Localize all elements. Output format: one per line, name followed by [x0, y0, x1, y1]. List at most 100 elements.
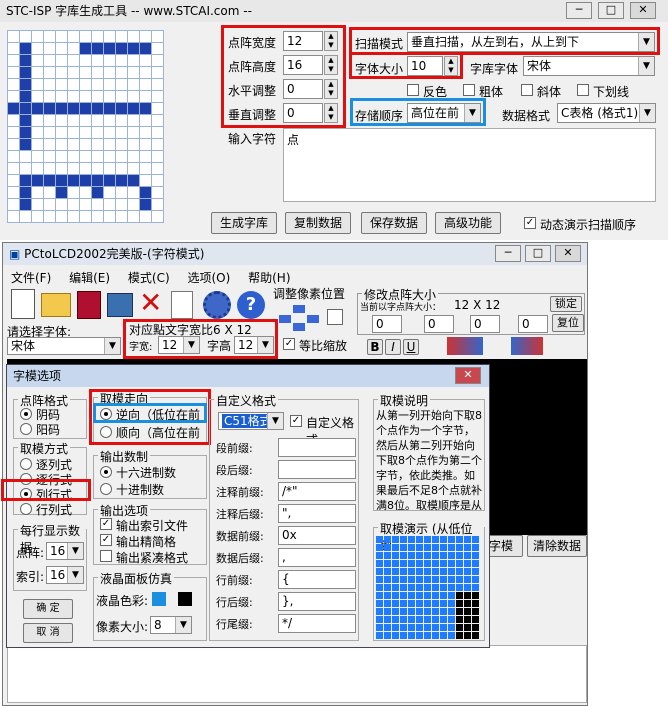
output-area[interactable]: [7, 645, 587, 703]
menu-options[interactable]: 选项(O): [187, 271, 230, 285]
radio-decimal[interactable]: [100, 483, 112, 495]
custom-format-select[interactable]: C51格式 ▼: [218, 412, 284, 430]
dialog-close-button[interactable]: ✕: [455, 367, 481, 384]
delete-x-icon[interactable]: ✕: [139, 289, 165, 319]
lock-button[interactable]: 锁定: [550, 296, 582, 312]
custom-format-checkbox[interactable]: ✓: [290, 415, 302, 427]
new-file-icon[interactable]: [11, 289, 35, 319]
arrow-right-icon[interactable]: [307, 315, 319, 323]
size-spin-3[interactable]: 0: [470, 315, 500, 333]
font-select[interactable]: 宋体 ▼: [523, 56, 655, 76]
radio-hex[interactable]: [100, 466, 112, 478]
dynamic-checkbox[interactable]: ✓: [524, 217, 536, 229]
demo-cell: [432, 568, 439, 575]
grid-cell: [67, 210, 80, 223]
pixel-size-select[interactable]: 8 ▼: [150, 616, 192, 634]
italic-checkbox[interactable]: [521, 84, 533, 96]
grid-cell: [151, 150, 164, 163]
reverse-checkbox[interactable]: [407, 84, 419, 96]
demo-cell: [464, 560, 471, 567]
bold-button[interactable]: B: [367, 339, 383, 355]
demo-cell: [424, 552, 431, 559]
lcd-color-swatch-black[interactable]: [178, 592, 192, 606]
custom-field-input[interactable]: */: [278, 614, 356, 633]
arrow-down-icon[interactable]: [293, 323, 305, 331]
radio-column-by-column[interactable]: [20, 458, 32, 470]
custom-field-input[interactable]: },: [278, 592, 356, 611]
index-file-checkbox[interactable]: ✓: [100, 518, 112, 530]
save-disk-icon[interactable]: [77, 291, 101, 319]
arrow-up-icon[interactable]: [293, 305, 305, 313]
input-textarea[interactable]: 点: [283, 128, 656, 202]
print-icon[interactable]: [107, 293, 133, 317]
grid-cell: [127, 162, 140, 175]
menu-mode[interactable]: 模式(C): [128, 271, 170, 285]
demo-cell: [464, 568, 471, 575]
ok-button[interactable]: 确 定: [23, 599, 73, 619]
custom-field-label: 行前缀:: [216, 574, 253, 587]
grid-cell: [43, 102, 56, 115]
lcd-color-swatch-blue[interactable]: [152, 592, 166, 606]
compact-checkbox[interactable]: ✓: [100, 534, 112, 546]
dot-array-select[interactable]: 16 ▼: [46, 542, 84, 560]
index-select[interactable]: 16 ▼: [46, 566, 84, 584]
mirror-icon[interactable]: [511, 337, 543, 355]
generate-button[interactable]: 生成字库: [211, 212, 277, 234]
copy-data-button[interactable]: 复制数据: [285, 212, 351, 234]
grid-cell: [19, 210, 32, 223]
data-format-select[interactable]: C表格 (格式1) ▼: [557, 103, 656, 123]
advanced-button[interactable]: 高级功能: [435, 212, 501, 234]
menu-file[interactable]: 文件(F): [11, 271, 51, 285]
pcto-font-select[interactable]: 宋体 ▼: [7, 337, 121, 355]
minimize-button[interactable]: ─: [566, 2, 592, 19]
grid-cell: [151, 210, 164, 223]
center-icon[interactable]: [327, 309, 343, 325]
radio-row-column[interactable]: [20, 503, 32, 515]
document-icon[interactable]: [171, 291, 193, 319]
italic-button[interactable]: I: [385, 339, 401, 355]
underline-checkbox[interactable]: [577, 84, 589, 96]
custom-field-input[interactable]: {: [278, 570, 356, 589]
help-icon[interactable]: ?: [237, 291, 265, 319]
clear-data-button[interactable]: 清除数据: [527, 535, 587, 557]
radio-yang[interactable]: [20, 423, 32, 435]
maximize-button[interactable]: □: [598, 2, 624, 19]
custom-field-input[interactable]: ,: [278, 548, 356, 567]
close-button[interactable]: ✕: [630, 2, 656, 19]
arrow-left-icon[interactable]: [279, 315, 291, 323]
demo-cell: [384, 544, 391, 551]
demo-cell: [400, 552, 407, 559]
close-button[interactable]: ✕: [555, 245, 581, 262]
size-spin-2[interactable]: 0: [424, 315, 454, 333]
open-folder-icon[interactable]: [41, 293, 71, 317]
equal-scale-checkbox[interactable]: ✓: [283, 338, 295, 350]
custom-field-input[interactable]: [278, 460, 356, 479]
bold-checkbox[interactable]: [463, 84, 475, 96]
rotate-icon[interactable]: [447, 337, 483, 355]
restore-button[interactable]: 复位: [552, 314, 584, 332]
custom-field-label: 注释前缀:: [216, 486, 264, 499]
underline-button[interactable]: U: [403, 339, 419, 355]
menu-help[interactable]: 帮助(H): [248, 271, 290, 285]
lcd-sim-label: 液晶面板仿真: [98, 570, 175, 587]
pixel-pos-group: 调整像素位置: [273, 287, 351, 333]
custom-field-input[interactable]: 0x: [278, 526, 356, 545]
menu-edit[interactable]: 编辑(E): [69, 271, 110, 285]
size-spin-1[interactable]: 0: [372, 315, 402, 333]
tight-checkbox[interactable]: [100, 550, 112, 562]
custom-field-input[interactable]: [278, 438, 356, 457]
cancel-button[interactable]: 取 消: [23, 623, 73, 643]
demo-cell: [456, 584, 463, 591]
custom-field-input[interactable]: ",: [278, 504, 356, 523]
custom-field-input[interactable]: /*": [278, 482, 356, 501]
demo-cell: [408, 552, 415, 559]
radio-yin[interactable]: [20, 408, 32, 420]
demo-cell: [456, 600, 463, 607]
grid-cell: [115, 162, 128, 175]
minimize-button[interactable]: ─: [495, 245, 521, 262]
maximize-button[interactable]: □: [525, 245, 551, 262]
save-data-button[interactable]: 保存数据: [361, 212, 427, 234]
settings-gear-icon[interactable]: [203, 291, 231, 319]
size-spin-4[interactable]: 0: [518, 315, 548, 333]
demo-cell: [416, 552, 423, 559]
